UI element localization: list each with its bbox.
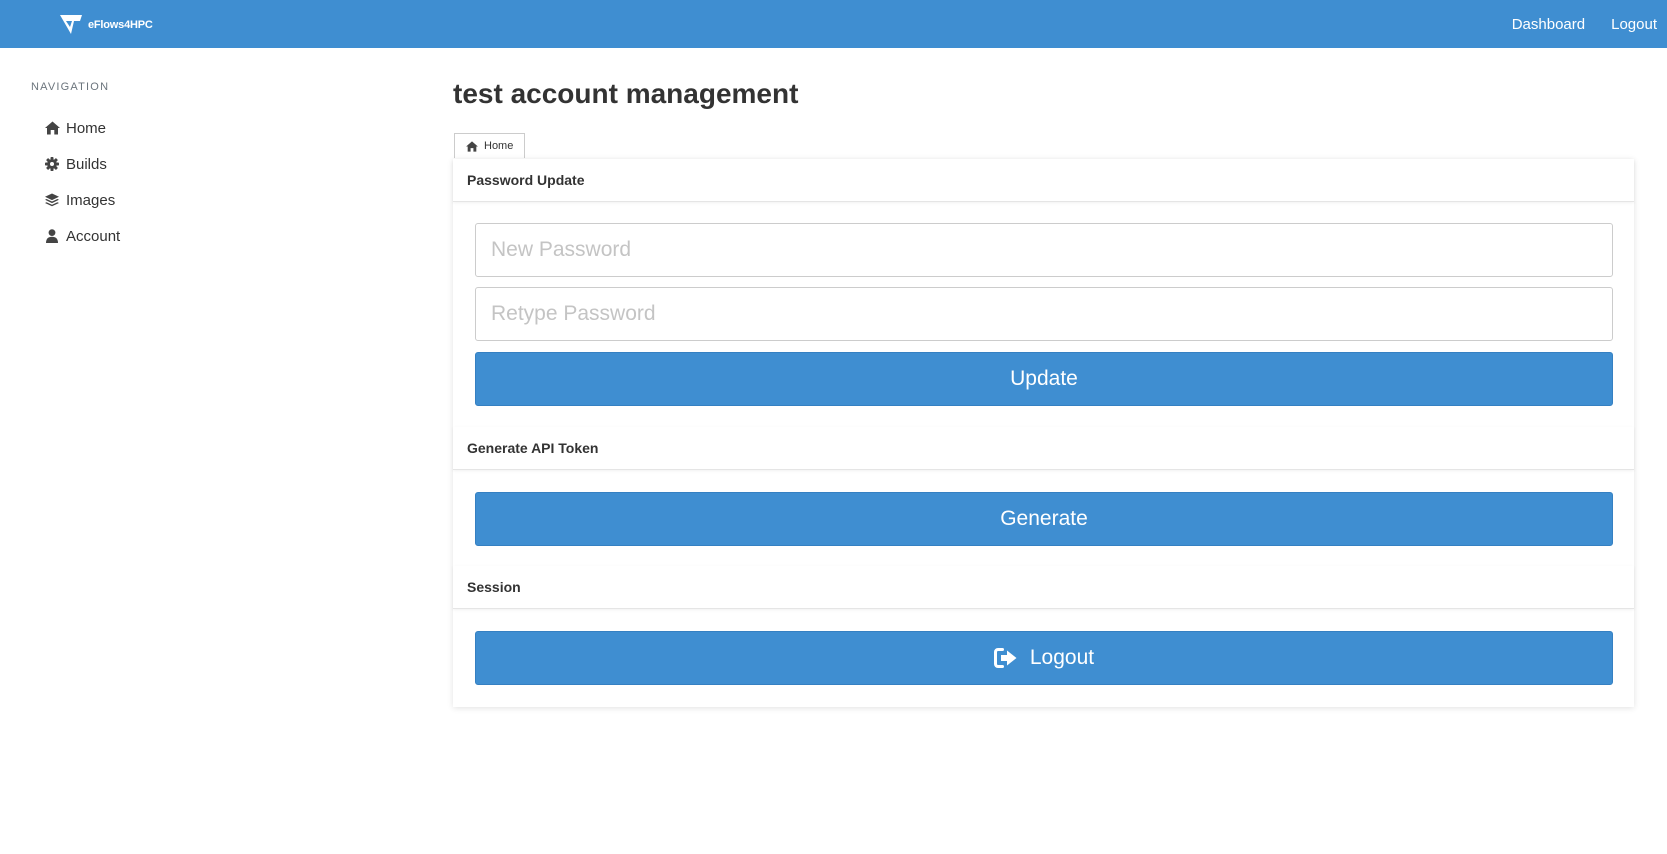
sidebar-item-label: Images bbox=[66, 191, 116, 209]
account-card: Password Update Update Generate API Toke… bbox=[453, 159, 1634, 707]
sidebar-item-label: Home bbox=[66, 119, 107, 137]
top-navbar: eFlows4HPC Dashboard Logout bbox=[0, 0, 1667, 48]
breadcrumb[interactable]: Home bbox=[454, 133, 526, 158]
dashboard-link[interactable]: Dashboard bbox=[1512, 16, 1585, 33]
user-icon bbox=[44, 228, 60, 244]
logout-link[interactable]: Logout bbox=[1611, 16, 1657, 33]
home-icon bbox=[44, 120, 60, 136]
sidebar-item-builds[interactable]: Builds bbox=[44, 146, 120, 182]
sidebar-item-label: Builds bbox=[66, 155, 107, 173]
retype-password-field[interactable] bbox=[475, 287, 1613, 341]
update-button-label: Update bbox=[1010, 367, 1078, 390]
logout-button[interactable]: Logout bbox=[475, 631, 1613, 685]
api-token-header: Generate API Token bbox=[453, 427, 1634, 470]
page-title: test account management bbox=[453, 78, 799, 109]
sidebar-item-images[interactable]: Images bbox=[44, 182, 120, 218]
sidebar-item-home[interactable]: Home bbox=[44, 110, 120, 146]
logo-icon bbox=[60, 15, 82, 34]
sidebar-item-label: Account bbox=[66, 227, 121, 245]
brand-logo[interactable]: eFlows4HPC bbox=[58, 12, 153, 38]
top-nav-links: Dashboard Logout bbox=[1486, 0, 1657, 48]
update-button[interactable]: Update bbox=[475, 352, 1613, 406]
brand-name: eFlows4HPC bbox=[88, 19, 153, 31]
nav-list: Home Builds Images Account bbox=[44, 110, 120, 254]
generate-button[interactable]: Generate bbox=[475, 492, 1613, 546]
generate-button-label: Generate bbox=[1000, 507, 1088, 530]
new-password-field[interactable] bbox=[475, 223, 1613, 277]
gear-icon bbox=[44, 156, 60, 172]
password-update-header: Password Update bbox=[453, 159, 1634, 202]
layers-icon bbox=[44, 192, 60, 208]
breadcrumb-label: Home bbox=[484, 140, 514, 152]
sign-out-icon bbox=[993, 648, 1017, 668]
nav-heading: NAVIGATION bbox=[31, 81, 110, 93]
logout-button-label: Logout bbox=[1029, 646, 1095, 669]
session-header: Session bbox=[453, 566, 1634, 609]
sidebar-item-account[interactable]: Account bbox=[44, 218, 120, 254]
home-icon bbox=[466, 140, 478, 152]
